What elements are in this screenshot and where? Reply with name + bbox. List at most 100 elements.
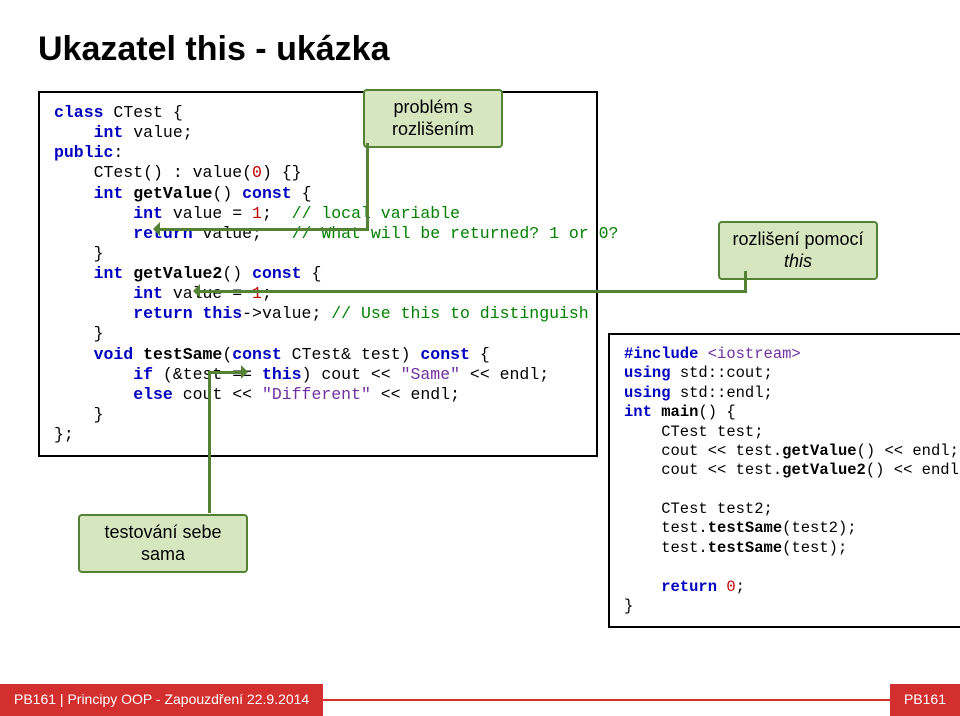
fn: testSame [143, 345, 222, 364]
footer: PB161 | Principy OOP - Zapouzdření 22.9.… [0, 684, 960, 716]
kw: if [54, 365, 163, 384]
txt: ) {} [262, 163, 302, 182]
kw: using [624, 364, 680, 382]
comment: // What will be returned? 1 or 0? [292, 224, 619, 243]
kw: int [54, 264, 133, 283]
txt: << endl; [371, 385, 460, 404]
txt: : [113, 143, 123, 162]
arrow-line [366, 143, 369, 231]
fn: testSame [708, 519, 782, 537]
num: 1 [252, 284, 262, 303]
fn: getValue [133, 184, 212, 203]
fn: getValue2 [133, 264, 222, 283]
num: 0 [252, 163, 262, 182]
fn: getValue2 [782, 461, 866, 479]
txt: () << endl; [866, 461, 960, 479]
txt: ->value; [242, 304, 331, 323]
kw: return [624, 578, 726, 596]
arrow-line [744, 271, 747, 293]
code-box-right: #include <iostream> using std::cout; usi… [608, 333, 960, 628]
txt: ; [262, 284, 272, 303]
arrow-line [208, 371, 211, 513]
footer-divider [323, 699, 890, 716]
txt: value = [173, 204, 252, 223]
kw: int [54, 123, 133, 142]
txt: CTest& test) [292, 345, 421, 364]
txt: value; [133, 123, 192, 142]
kw: return [54, 224, 203, 243]
kw: return [54, 304, 203, 323]
txt: () [222, 264, 252, 283]
arrow-line [208, 371, 243, 374]
arrow-line [158, 228, 368, 231]
kw: const [242, 184, 301, 203]
txt: std::cout; [680, 364, 773, 382]
txt: (test2); [782, 519, 856, 537]
txt: () [212, 184, 242, 203]
footer-left: PB161 | Principy OOP - Zapouzdření 22.9.… [0, 684, 323, 716]
txt: cout << test. [624, 461, 782, 479]
kw: this [203, 304, 243, 323]
num: 1 [252, 204, 262, 223]
fn: main [661, 403, 698, 421]
content-area: class CTest { int value; public: CTest()… [38, 91, 922, 651]
kw: void [54, 345, 143, 364]
txt: } [54, 244, 104, 263]
txt: CTest { [113, 103, 182, 122]
txt: { [311, 264, 321, 283]
fn: testSame [708, 539, 782, 557]
arrowhead-icon [186, 284, 200, 298]
include: <iostream> [708, 345, 801, 363]
txt: ; [262, 204, 292, 223]
kw: const [232, 345, 291, 364]
callout-text: rozlišení pomocí [732, 229, 863, 249]
kw: const [420, 345, 479, 364]
kw: class [54, 103, 113, 122]
txt: } [54, 405, 104, 424]
txt: cout << test. [624, 442, 782, 460]
kw: int [54, 204, 173, 223]
txt: { [302, 184, 312, 203]
kw: const [252, 264, 311, 283]
callout-self-test: testování sebe sama [78, 514, 248, 573]
txt: cout << [183, 385, 262, 404]
txt: } [624, 597, 633, 615]
blank [624, 481, 633, 499]
txt: value; [203, 224, 292, 243]
txt: std::endl; [680, 384, 773, 402]
slide-title: Ukazatel this - ukázka [38, 30, 922, 69]
txt: { [480, 345, 490, 364]
arrowhead-icon [146, 222, 160, 236]
kw: #include [624, 345, 708, 363]
callout-problem: problém s rozlišením [363, 89, 503, 148]
txt: }; [54, 425, 74, 444]
num: 0 [726, 578, 735, 596]
str: "Same" [401, 365, 460, 384]
txt: << endl; [460, 365, 549, 384]
kw: else [54, 385, 183, 404]
txt: CTest test; [624, 423, 764, 441]
footer-right: PB161 [890, 684, 960, 716]
arrow-line [198, 290, 746, 293]
code-box-left: class CTest { int value; public: CTest()… [38, 91, 598, 457]
arrowhead-icon [241, 365, 255, 379]
kw: int [54, 284, 173, 303]
txt: CTest() : value( [54, 163, 252, 182]
txt: value = [173, 284, 252, 303]
callout-this: rozlišení pomocí this [718, 221, 878, 280]
kw: int [624, 403, 661, 421]
txt: () << endl; [857, 442, 959, 460]
kw: public [54, 143, 113, 162]
txt: ( [222, 345, 232, 364]
comment: // local variable [292, 204, 460, 223]
comment: // Use this to distinguish [331, 304, 588, 323]
txt: ; [736, 578, 745, 596]
kw: this [262, 365, 302, 384]
txt: (test); [782, 539, 847, 557]
kw: int [54, 184, 133, 203]
txt: ) cout << [302, 365, 401, 384]
blank [624, 558, 633, 576]
callout-italic: this [784, 251, 812, 271]
txt: } [54, 324, 104, 343]
txt: CTest test2; [624, 500, 773, 518]
